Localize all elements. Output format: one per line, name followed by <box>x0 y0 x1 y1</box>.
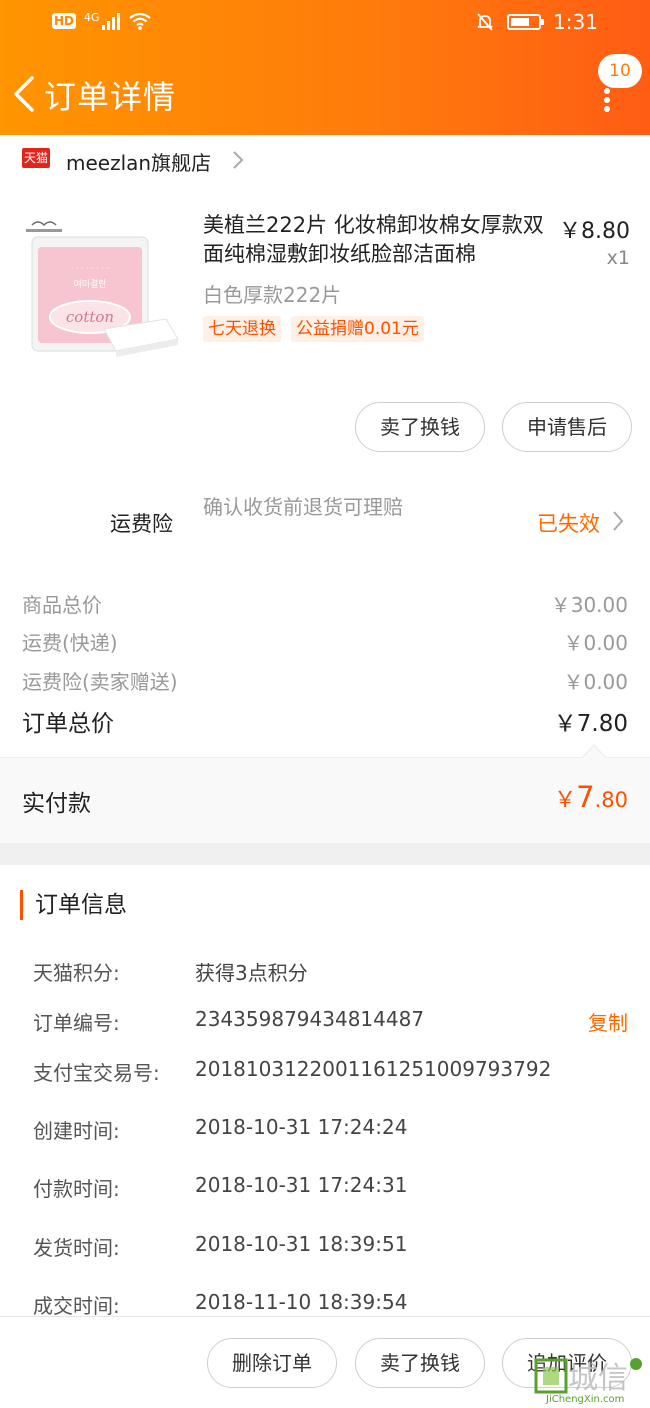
info-row-paid: 付款时间: 2018-10-31 17:24:31 <box>33 1173 633 1203</box>
section-divider <box>0 843 650 865</box>
paid-amount-box: 实付款 ￥7.80 <box>0 757 650 843</box>
info-value: 2018-10-31 18:39:51 <box>195 1232 408 1256</box>
back-arrow-icon[interactable] <box>8 72 44 116</box>
watermark-site: JiChengXin.com <box>546 1394 625 1405</box>
paid-integer: 7 <box>576 780 595 814</box>
tmall-logo: 天猫 <box>22 148 50 168</box>
apply-after-sale-button[interactable]: 申请售后 <box>502 402 632 452</box>
network-type: 4G <box>84 10 100 24</box>
insurance-status: 已失效 <box>537 512 600 536</box>
info-row-order-number: 订单编号: 234359879434814487 复制 <box>33 1007 633 1037</box>
product-quantity: x1 <box>606 247 630 269</box>
status-bar: HD 4G 1:31 <box>0 0 650 50</box>
status-left: HD 4G <box>52 10 152 30</box>
paid-amount: ￥7.80 <box>554 780 628 814</box>
info-value: 2018-11-10 18:39:54 <box>195 1290 408 1314</box>
product-price: ￥8.80 <box>559 219 630 244</box>
info-key: 支付宝交易号: <box>33 1061 160 1085</box>
paid-label: 实付款 <box>22 791 91 817</box>
header: HD 4G 1:31 订单详情 10 <box>0 0 650 135</box>
shop-name: meezlan旗舰店 <box>66 151 212 175</box>
svg-text:여미결란: 여미결란 <box>73 278 106 290</box>
caret-divider-inner <box>583 746 605 758</box>
signal-icon <box>101 12 120 30</box>
order-total-value: ￥7.80 <box>553 711 628 737</box>
chevron-right-icon <box>613 511 624 531</box>
mute-bell-icon <box>477 13 493 31</box>
info-key: 订单编号: <box>33 1011 120 1035</box>
svg-text:cotton: cotton <box>66 308 114 326</box>
info-row-shipped: 发货时间: 2018-10-31 18:39:51 <box>33 1232 633 1262</box>
paid-decimal: .80 <box>594 788 628 812</box>
info-value: 获得3点积分 <box>195 961 308 985</box>
info-key: 付款时间: <box>33 1177 120 1201</box>
info-key: 创建时间: <box>33 1119 120 1143</box>
price-value: ￥30.00 <box>550 593 628 617</box>
hd-icon: HD <box>52 13 77 29</box>
info-value: 2018-10-31 17:24:24 <box>195 1115 408 1139</box>
tag-charity: 公益捐赠0.01元 <box>291 316 424 342</box>
insurance-description: 确认收货前退货可理赔 <box>203 495 403 519</box>
order-info-title: 订单信息 <box>20 890 127 920</box>
paid-currency: ￥ <box>554 788 577 813</box>
more-menu-icon[interactable] <box>600 88 614 112</box>
wifi-icon <box>128 12 151 30</box>
info-key: 发货时间: <box>33 1236 120 1260</box>
shop-row[interactable]: 天猫 meezlan旗舰店 <box>0 138 650 182</box>
product-sku: 白色厚款222片 <box>203 283 342 307</box>
sell-for-cash-button[interactable]: 卖了换钱 <box>355 402 485 452</box>
price-row-insurance: 运费险(卖家赠送) ￥0.00 <box>22 666 628 696</box>
shipping-insurance-row[interactable]: 运费险 确认收货前退货可理赔 已失效 <box>0 490 650 554</box>
insurance-label: 运费险 <box>110 512 173 536</box>
info-value: 2018103122001161251009793792 <box>195 1057 552 1081</box>
info-key: 成交时间: <box>33 1294 120 1318</box>
product-tags: 七天退换 公益捐赠0.01元 <box>203 316 424 342</box>
product-image[interactable]: · · · · · · · · 여미결란 cotton <box>18 203 182 367</box>
info-value: 234359879434814487 <box>195 1007 425 1031</box>
svg-text:· · · · · · · ·: · · · · · · · · <box>71 264 109 273</box>
battery-icon <box>507 14 545 30</box>
info-key: 天猫积分: <box>33 961 120 985</box>
tag-seven-day-return: 七天退换 <box>203 316 281 342</box>
status-right: 1:31 <box>475 10 598 34</box>
product-title[interactable]: 美植兰222片 化妆棉卸妆棉女厚款双面纯棉湿敷卸妆纸脸部洁面棉 <box>203 211 553 269</box>
chevron-right-icon <box>233 151 244 169</box>
sell-for-cash-button[interactable]: 卖了换钱 <box>355 1338 485 1388</box>
info-row-points: 天猫积分: 获得3点积分 <box>33 957 633 987</box>
price-label: 运费险(卖家赠送) <box>22 670 178 694</box>
price-row-goods-total: 商品总价 ￥30.00 <box>22 589 628 619</box>
price-value: ￥0.00 <box>563 670 628 694</box>
info-value: 2018-10-31 17:24:31 <box>195 1173 408 1197</box>
price-value: ￥0.00 <box>563 631 628 655</box>
price-label: 商品总价 <box>22 593 102 617</box>
order-total-label: 订单总价 <box>22 711 114 737</box>
page-title: 订单详情 <box>44 78 177 116</box>
price-row-shipping: 运费(快递) ￥0.00 <box>22 627 628 657</box>
svg-text:城信: 城信 <box>568 1361 628 1396</box>
order-total-row: 订单总价 ￥7.80 <box>22 704 628 738</box>
product-item[interactable]: · · · · · · · · 여미결란 cotton 美植兰222片 化妆棉卸… <box>0 195 650 375</box>
delete-order-button[interactable]: 删除订单 <box>207 1338 337 1388</box>
info-row-created: 创建时间: 2018-10-31 17:24:24 <box>33 1115 633 1145</box>
message-count-badge[interactable]: 10 <box>598 54 642 88</box>
copy-order-number-button[interactable]: 复制 <box>588 1007 628 1036</box>
clock: 1:31 <box>553 10 598 34</box>
info-row-alipay-trade: 支付宝交易号: 2018103122001161251009793792 <box>33 1057 633 1087</box>
price-label: 运费(快递) <box>22 631 118 655</box>
